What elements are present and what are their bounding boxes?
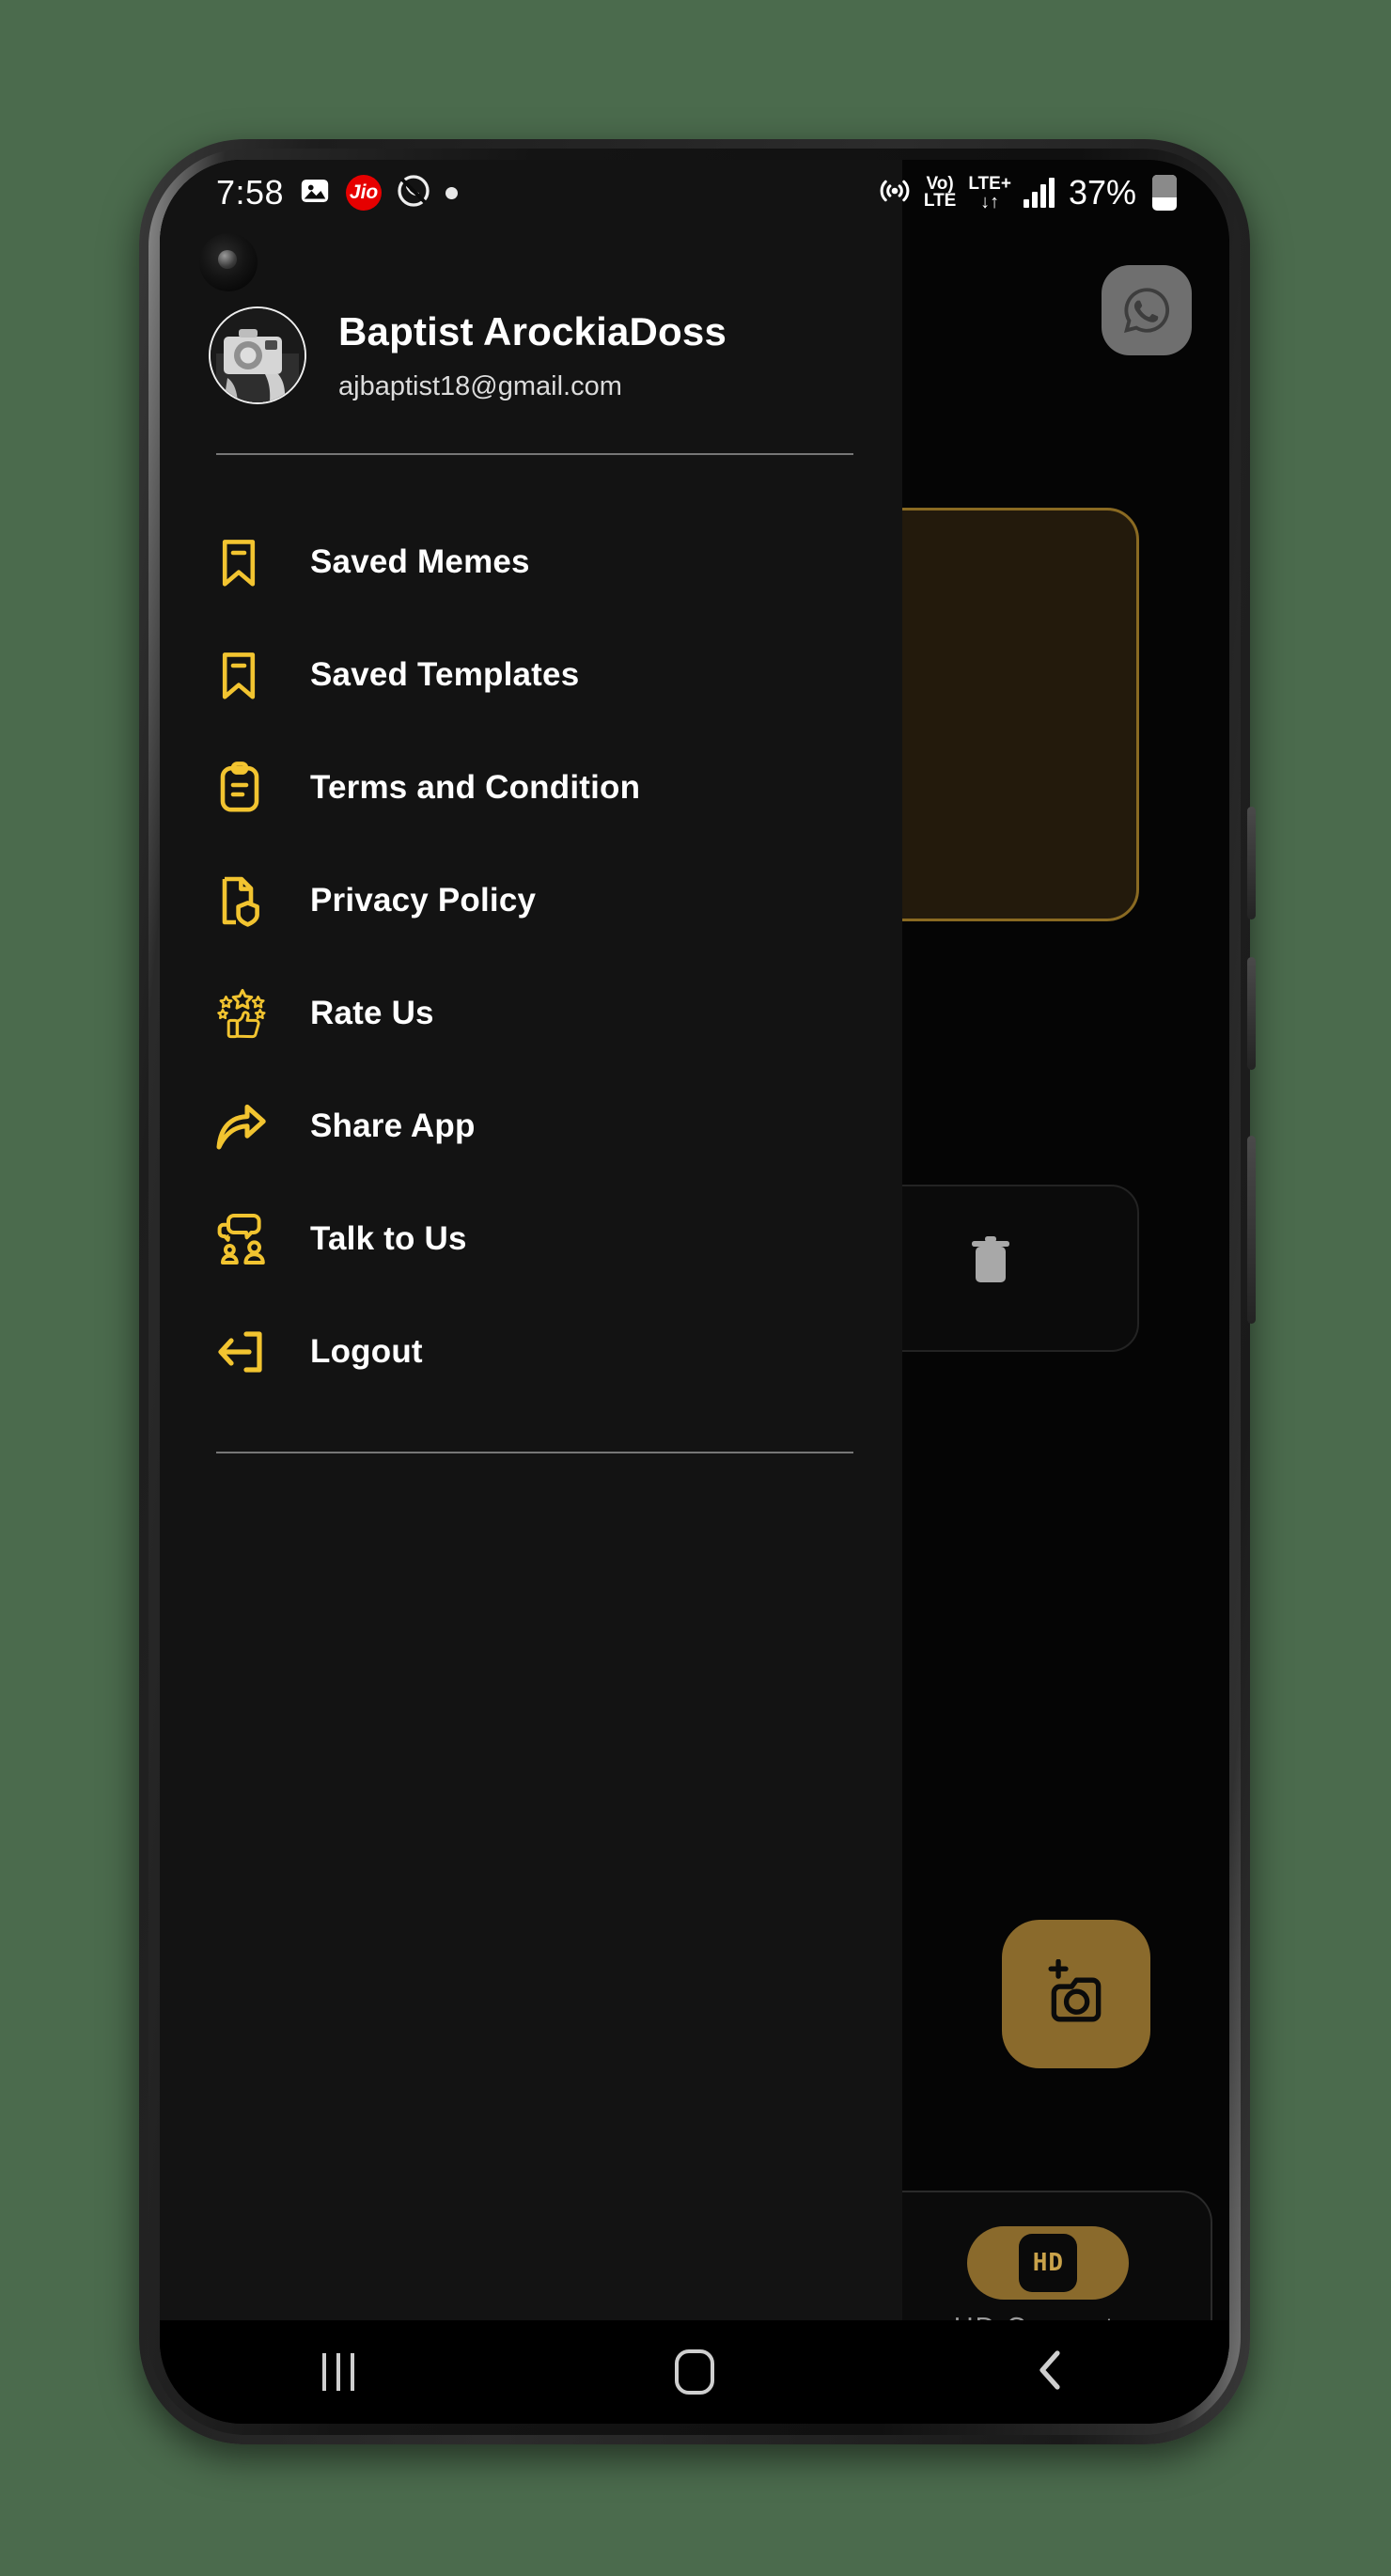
menu-label: Saved Templates — [310, 656, 580, 693]
menu-label: Logout — [310, 1333, 423, 1370]
profile-name: Baptist ArockiaDoss — [338, 308, 727, 353]
share-arrow-icon — [216, 1101, 289, 1152]
status-bar-clock: 7:58 — [216, 173, 285, 212]
menu-label: Privacy Policy — [310, 882, 537, 919]
status-bar-right: Vo) LTE LTE+ ↓↑ 37% — [878, 173, 1177, 212]
whatsapp-icon — [1124, 288, 1170, 333]
drawer-menu-list: Saved Memes Saved Templates Terms and Co… — [160, 506, 902, 1408]
menu-label: Talk to Us — [310, 1220, 467, 1257]
menu-item-talk-to-us[interactable]: Talk to Us — [160, 1183, 902, 1296]
hotspot-icon — [878, 174, 912, 212]
status-bar-left: 7:58 Jio — [216, 173, 459, 212]
home-button[interactable] — [516, 2349, 872, 2395]
volume-up-button[interactable] — [1247, 807, 1256, 919]
menu-label: Rate Us — [310, 995, 434, 1031]
divider-bottom — [216, 1452, 853, 1453]
phone-screen: HD HD Converter — [160, 160, 1229, 2424]
navigation-drawer: Baptist ArockiaDoss ajbaptist18@gmail.co… — [160, 160, 902, 2424]
thumbs-up-stars-icon — [216, 988, 289, 1039]
hd-icon: HD — [1019, 2233, 1078, 2292]
volte-icon: Vo) LTE — [923, 173, 957, 211]
menu-item-saved-memes[interactable]: Saved Memes — [160, 506, 902, 619]
bookmark-icon — [216, 649, 289, 701]
network-type-indicator: LTE+ ↓↑ — [968, 173, 1011, 212]
battery-percent-label: 37% — [1068, 173, 1136, 212]
menu-label: Share App — [310, 1107, 476, 1144]
back-button[interactable] — [873, 2348, 1229, 2397]
home-icon — [674, 2349, 714, 2395]
menu-item-saved-templates[interactable]: Saved Templates — [160, 619, 902, 731]
jio-icon: Jio — [346, 175, 383, 211]
profile-email: ajbaptist18@gmail.com — [338, 370, 622, 401]
menu-item-privacy-policy[interactable]: Privacy Policy — [160, 844, 902, 957]
signal-bars-icon — [1023, 178, 1055, 208]
menu-item-logout[interactable]: Logout — [160, 1296, 902, 1408]
profile-header[interactable]: Baptist ArockiaDoss ajbaptist18@gmail.co… — [160, 261, 902, 404]
clipboard-icon — [216, 762, 289, 814]
add-photo-icon — [1048, 1959, 1102, 2022]
profile-text-block: Baptist ArockiaDoss ajbaptist18@gmail.co… — [338, 309, 727, 402]
volume-down-button[interactable] — [1247, 957, 1256, 1070]
hd-converter-pill: HD — [967, 2225, 1130, 2300]
front-camera-punchhole — [199, 233, 258, 291]
status-bar: 7:58 Jio Vo) LTE LTE+ ↓↑ 37% — [160, 160, 1229, 226]
whatsapp-button[interactable] — [1102, 265, 1192, 355]
back-icon — [1035, 2348, 1067, 2397]
recents-icon — [321, 2353, 354, 2391]
avatar-photo — [211, 308, 305, 402]
recents-button[interactable] — [160, 2353, 516, 2391]
menu-item-terms-and-condition[interactable]: Terms and Condition — [160, 731, 902, 844]
call-icon — [397, 174, 430, 212]
menu-label: Terms and Condition — [310, 769, 641, 806]
user-avatar[interactable] — [209, 306, 306, 404]
battery-icon — [1152, 175, 1177, 211]
chat-people-icon — [216, 1213, 289, 1265]
menu-item-rate-us[interactable]: Rate Us — [160, 957, 902, 1070]
document-shield-icon — [216, 874, 289, 927]
logout-arrow-icon — [216, 1329, 289, 1374]
menu-label: Saved Memes — [310, 543, 530, 580]
divider-top — [216, 453, 853, 455]
bookmark-icon — [216, 536, 289, 589]
trash-icon[interactable] — [968, 1233, 1013, 1291]
image-icon — [299, 175, 331, 212]
system-navigation-bar — [160, 2320, 1229, 2424]
menu-item-share-app[interactable]: Share App — [160, 1070, 902, 1183]
dot-icon — [445, 186, 459, 199]
power-button[interactable] — [1247, 1136, 1256, 1324]
add-photo-button[interactable] — [1002, 1920, 1150, 2068]
